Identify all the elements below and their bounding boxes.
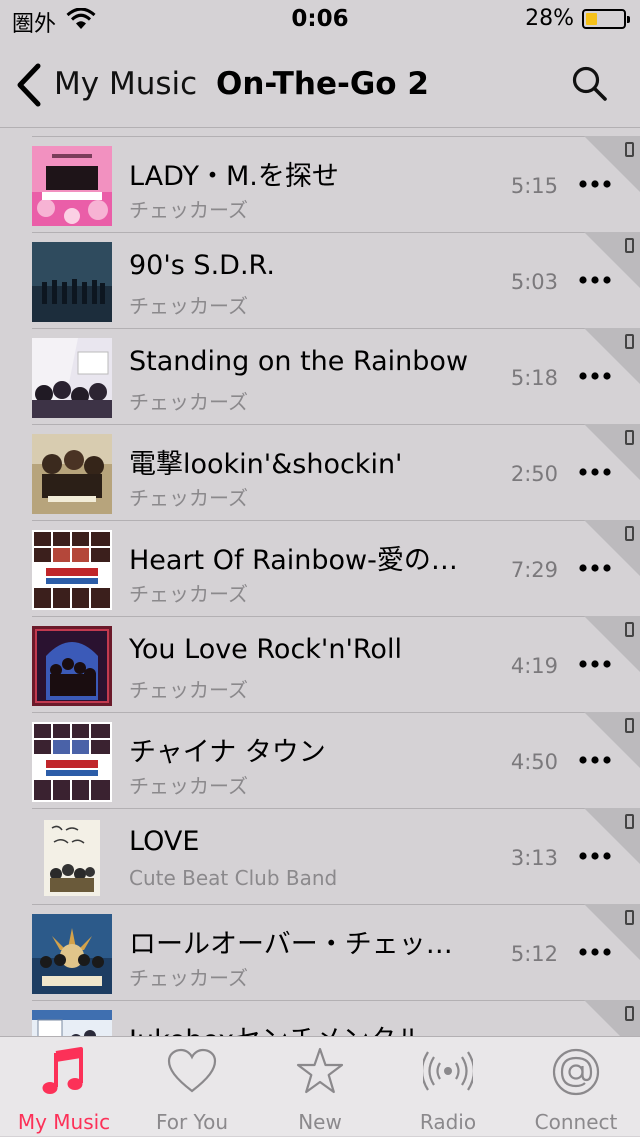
tab-new[interactable]: New: [256, 1037, 384, 1137]
song-row[interactable]: Standing on the Rainbow チェッカーズ 5:18: [0, 328, 640, 424]
song-row[interactable]: Jukeboxセンチメンタル: [0, 1000, 640, 1036]
battery-percent: 28%: [525, 6, 574, 31]
song-artist: チェッカーズ: [129, 390, 248, 414]
heart-icon: [167, 1048, 217, 1093]
row-divider: [32, 1000, 640, 1001]
song-artist: チェッカーズ: [129, 294, 248, 318]
device-icon: [625, 334, 634, 349]
album-art: [32, 626, 112, 706]
tab-label: Radio: [419, 1110, 477, 1134]
album-art: [32, 434, 112, 514]
song-artist: チェッカーズ: [129, 582, 248, 606]
song-row[interactable]: 電撃lookin'&shockin' チェッカーズ 2:50: [0, 424, 640, 520]
song-duration: 5:03: [510, 270, 558, 294]
song-title: You Love Rock'n'Roll: [129, 634, 402, 665]
row-divider: [32, 808, 640, 809]
song-artist: チェッカーズ: [129, 966, 248, 990]
tab-label: New: [298, 1110, 342, 1134]
row-divider: [32, 712, 640, 713]
song-row[interactable]: LOVE Cute Beat Club Band 3:13: [0, 808, 640, 904]
device-icon: [625, 622, 634, 637]
search-icon[interactable]: [570, 64, 610, 104]
album-art: [32, 914, 112, 994]
device-icon: [625, 1006, 634, 1021]
song-duration: 7:29: [510, 558, 558, 582]
music-note-icon: [42, 1047, 83, 1094]
device-icon: [625, 910, 634, 925]
album-art: [32, 146, 112, 226]
song-title: LOVE: [129, 826, 200, 857]
song-title: ロールオーバー・チェッ…: [129, 929, 453, 960]
row-divider: [32, 520, 640, 521]
song-title: 90's S.D.R.: [129, 250, 275, 281]
tab-label: My Music: [17, 1110, 111, 1134]
status-bar: 圏外 0:06 28%: [0, 0, 640, 40]
device-icon: [625, 814, 634, 829]
song-title: 電撃lookin'&shockin': [129, 449, 403, 480]
album-art: [32, 242, 112, 322]
song-duration: 3:13: [510, 846, 558, 870]
tab-connect[interactable]: Connect: [512, 1037, 640, 1137]
page-title: On-The-Go 2: [216, 66, 429, 102]
tab-label: For You: [155, 1110, 229, 1134]
song-title: Standing on the Rainbow: [129, 346, 469, 377]
song-duration: 2:50: [510, 462, 558, 486]
row-divider: [32, 328, 640, 329]
album-art: [32, 722, 112, 802]
song-artist: Cute Beat Club Band: [129, 866, 338, 890]
song-row[interactable]: Heart Of Rainbow-愛の… チェッカーズ 7:29: [0, 520, 640, 616]
song-duration: 5:18: [510, 366, 558, 390]
song-duration: 5:15: [510, 174, 558, 198]
song-artist: チェッカーズ: [129, 486, 248, 510]
tab-radio[interactable]: Radio: [384, 1037, 512, 1137]
tab-bar: My Music For You New Radio Connect: [0, 1036, 640, 1136]
song-artist: チェッカーズ: [129, 774, 248, 798]
album-art: [32, 1010, 112, 1036]
song-artist: チェッカーズ: [129, 678, 248, 702]
row-divider: [32, 232, 640, 233]
song-row[interactable]: LADY・M.を探せ チェッカーズ 5:15: [0, 136, 640, 232]
tab-my-music[interactable]: My Music: [0, 1037, 128, 1137]
tab-label: Connect: [534, 1110, 618, 1134]
device-icon: [625, 430, 634, 445]
song-title: LADY・M.を探せ: [129, 161, 339, 192]
row-divider: [32, 424, 640, 425]
battery-icon: [582, 9, 630, 29]
device-icon: [625, 526, 634, 541]
album-art: [32, 338, 112, 418]
song-title: Heart Of Rainbow-愛の…: [129, 545, 458, 576]
song-row[interactable]: チャイナ タウン チェッカーズ 4:50: [0, 712, 640, 808]
star-icon: [296, 1047, 344, 1094]
album-art: [32, 818, 112, 898]
song-list: LADY・M.を探せ チェッカーズ 5:15 90's S.D.R. チェッカー…: [0, 136, 640, 1036]
song-artist: チェッカーズ: [129, 198, 248, 222]
row-divider: [32, 904, 640, 905]
song-duration: 5:12: [510, 942, 558, 966]
back-chevron-icon[interactable]: [14, 62, 46, 108]
device-icon: [625, 238, 634, 253]
row-divider: [32, 136, 640, 137]
back-button[interactable]: My Music: [54, 66, 197, 102]
at-icon: [552, 1048, 600, 1096]
device-icon: [625, 142, 634, 157]
song-row[interactable]: ロールオーバー・チェッ… チェッカーズ 5:12: [0, 904, 640, 1000]
song-row[interactable]: 90's S.D.R. チェッカーズ 5:03: [0, 232, 640, 328]
song-duration: 4:50: [510, 750, 558, 774]
tab-for-you[interactable]: For You: [128, 1037, 256, 1137]
device-icon: [625, 718, 634, 733]
navigation-bar: My Music On-The-Go 2: [0, 40, 640, 128]
song-duration: 4:19: [510, 654, 558, 678]
song-title: Jukeboxセンチメンタル: [129, 1018, 479, 1036]
radio-icon: [423, 1051, 473, 1091]
album-art: [32, 530, 112, 610]
song-row[interactable]: You Love Rock'n'Roll チェッカーズ 4:19: [0, 616, 640, 712]
song-title: チャイナ タウン: [129, 737, 326, 768]
row-divider: [32, 616, 640, 617]
